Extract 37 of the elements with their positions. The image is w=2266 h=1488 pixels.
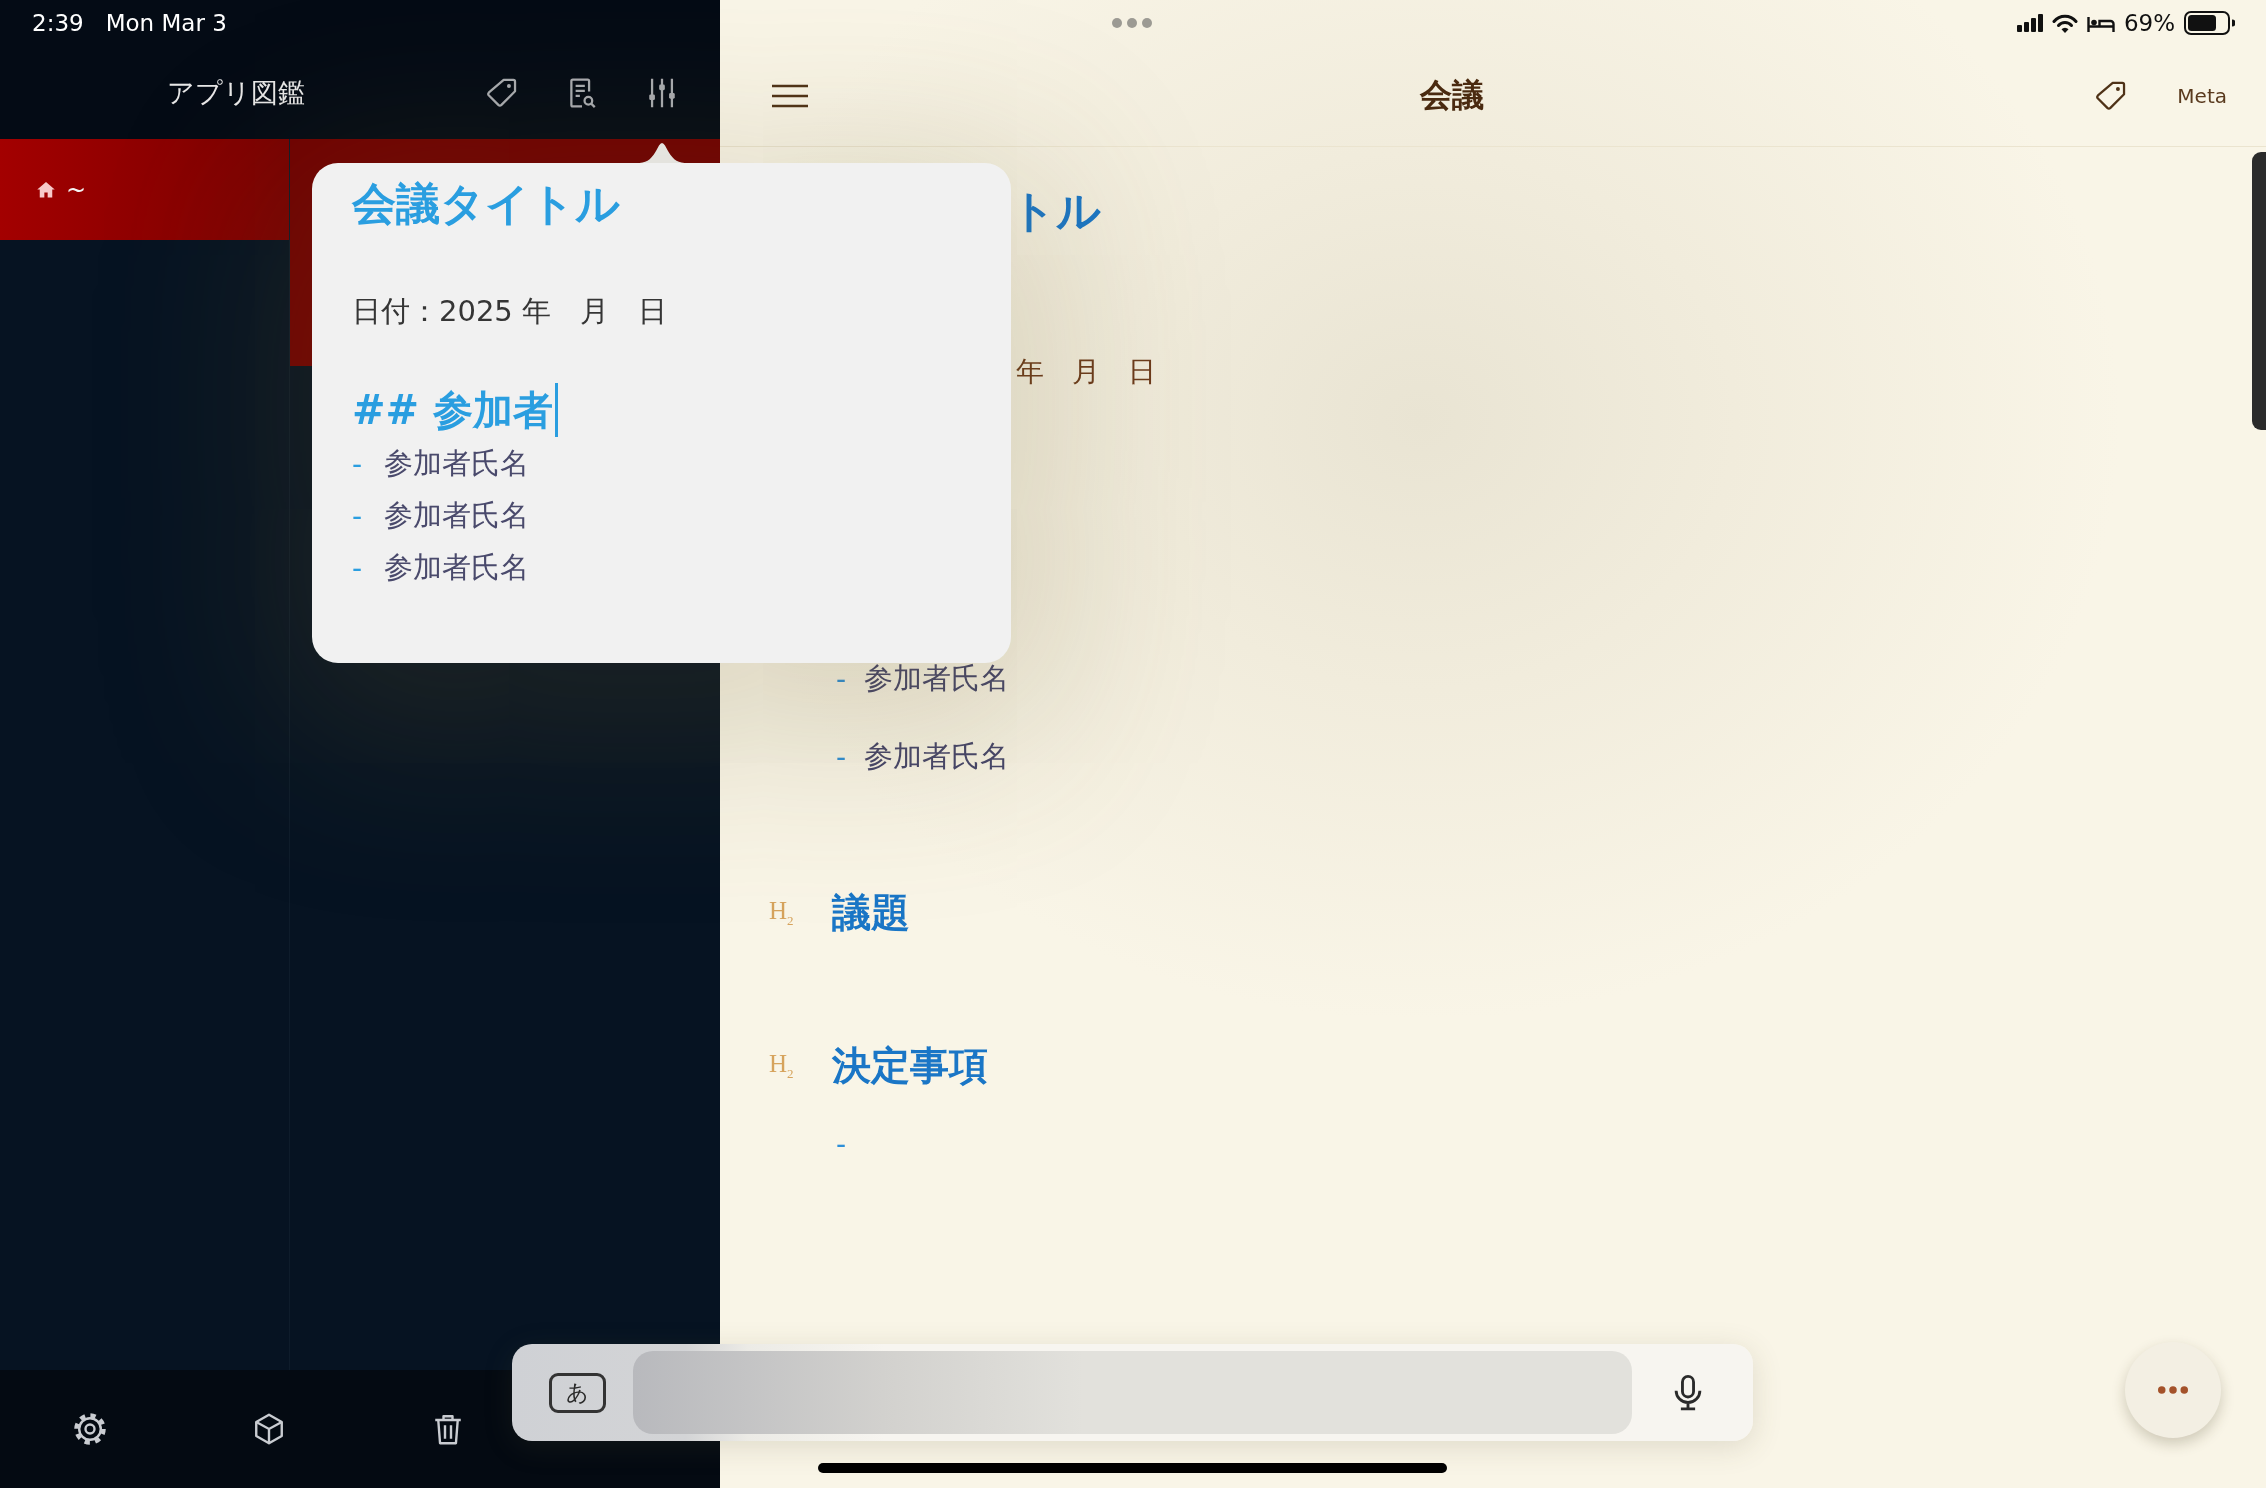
- date-text: 年 月 日: [1016, 354, 1156, 390]
- list-marker: -: [352, 551, 364, 585]
- keyboard-key[interactable]: あ: [549, 1372, 606, 1413]
- status-date: Mon Mar 3: [105, 10, 227, 36]
- date-text: 日付：2025 年 月 日: [352, 293, 668, 330]
- list-item-text: 参加者氏名: [384, 497, 529, 534]
- list-marker: -: [836, 662, 848, 696]
- battery-percentage: 69%: [2123, 10, 2175, 36]
- more-icon: [2158, 1386, 2188, 1394]
- list-item-text: 参加者氏名: [384, 549, 529, 586]
- status-time: 2:39: [32, 10, 84, 36]
- battery-icon: [2184, 11, 2235, 35]
- side-handle[interactable]: [2252, 152, 2266, 430]
- meta-button[interactable]: Meta: [2177, 84, 2227, 108]
- list-item-text: 参加者氏名: [864, 738, 1009, 775]
- list-marker: -: [352, 447, 364, 481]
- list-marker: -: [836, 1127, 848, 1161]
- menu-icon[interactable]: [771, 84, 809, 108]
- sidebar-title: アプリ図鑑: [167, 75, 305, 110]
- note-title: 会議: [1419, 75, 1484, 116]
- heading-text: 議題: [832, 889, 910, 937]
- heading-level-marker: H$_{2}$: [769, 897, 794, 924]
- heading-level-marker: H$_{2}$: [769, 1050, 794, 1077]
- title-text: 会議タイトル: [352, 176, 620, 231]
- folder-row[interactable]: ~: [0, 139, 289, 240]
- dots-icon[interactable]: [1112, 18, 1152, 28]
- wifi-icon: [2051, 13, 2078, 33]
- list-item-text: 参加者氏名: [864, 660, 1009, 697]
- gear-icon[interactable]: [72, 1411, 108, 1447]
- list-item-text: 参加者氏名: [384, 445, 529, 482]
- heading-text: 決定事項: [832, 1042, 988, 1090]
- input-field[interactable]: [633, 1351, 1632, 1434]
- list-marker: -: [352, 499, 364, 533]
- heading-text: トル: [1011, 183, 1101, 238]
- signal-icon: [2016, 14, 2043, 32]
- list-marker: -: [836, 740, 848, 774]
- heading-text: ## 参加者: [352, 385, 553, 435]
